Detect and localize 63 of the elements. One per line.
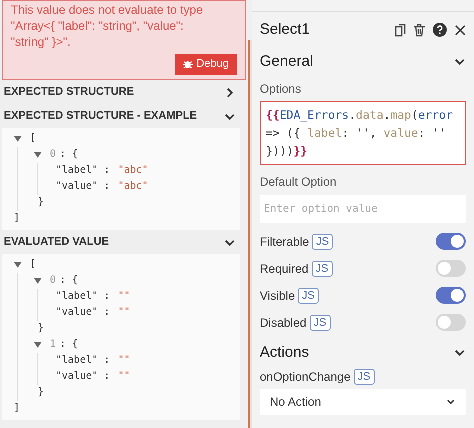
json-bracket: }	[38, 386, 44, 398]
json-bracket: ]	[14, 212, 20, 224]
toggle-switch[interactable]	[436, 233, 466, 250]
toggle-switch[interactable]	[436, 287, 466, 304]
copy-icon[interactable]	[395, 24, 406, 36]
json-value: ""	[118, 290, 130, 304]
toggle-switch[interactable]	[436, 260, 466, 277]
section-header[interactable]: EXPECTED STRUCTURE - EXAMPLE	[4, 108, 198, 125]
json-value: ""	[118, 370, 130, 384]
json-key: "label" :	[56, 288, 110, 304]
close-icon[interactable]	[455, 24, 466, 36]
json-bracket: : {	[60, 148, 78, 162]
field-label: Options	[260, 81, 302, 98]
expand-triangle-icon[interactable]	[34, 150, 42, 158]
toggle-label: Filterable	[260, 234, 310, 250]
js-badge[interactable]: JS	[312, 234, 334, 250]
json-bracket: }	[38, 196, 44, 208]
json-bracket: [	[30, 258, 36, 272]
panel-title: Select1	[260, 20, 310, 40]
section-title[interactable]: Actions	[260, 342, 310, 364]
help-icon[interactable]	[433, 23, 447, 37]
toggle-label: Required	[260, 260, 309, 278]
json-value: ""	[118, 354, 130, 368]
js-badge[interactable]: JS	[354, 369, 375, 385]
json-key: "label" :	[56, 162, 110, 178]
trash-icon[interactable]	[414, 24, 425, 36]
action-dropdown[interactable]: No Action	[260, 389, 466, 415]
toggle-switch[interactable]	[436, 314, 466, 331]
json-key: "label" :	[56, 352, 110, 368]
field-label: onOptionChange	[260, 369, 351, 386]
json-key: "value" :	[56, 178, 110, 194]
json-index: 1	[50, 338, 56, 352]
expand-triangle-icon[interactable]	[14, 134, 22, 142]
json-index: 0	[50, 274, 56, 288]
error-message: This value does not evaluate to type "Array<{ "label": "string", "value": "string" }>".	[11, 2, 204, 50]
expand-triangle-icon[interactable]	[34, 340, 42, 348]
bug-icon	[182, 59, 193, 70]
js-badge[interactable]: JS	[310, 314, 331, 330]
input-field[interactable]: Enter option value	[260, 195, 466, 223]
json-key: "value" :	[56, 368, 110, 384]
json-key: "value" :	[56, 304, 110, 320]
code-editor[interactable]: {{EDA_Errors.data.map(error => ({ label: '', value: '' })))}}	[260, 101, 466, 165]
js-badge[interactable]: JS	[298, 288, 319, 304]
json-value: "abc"	[118, 164, 148, 178]
json-value: "abc"	[118, 180, 148, 194]
section-header[interactable]: EXPECTED STRUCTURE	[4, 84, 134, 101]
expand-triangle-icon[interactable]	[34, 276, 42, 284]
debug-button[interactable]: Debug	[174, 54, 237, 74]
expand-triangle-icon[interactable]	[14, 260, 22, 268]
toggle-label: Disabled	[260, 314, 307, 332]
json-bracket: ]	[14, 402, 20, 414]
json-value: ""	[118, 306, 130, 320]
field-label: Default Option	[260, 174, 338, 191]
json-bracket: }	[38, 322, 44, 334]
json-bracket: [	[30, 132, 36, 146]
section-title[interactable]: General	[260, 50, 314, 74]
json-index: 0	[50, 148, 56, 162]
json-bracket: : {	[60, 338, 78, 352]
toggle-label: Visible	[260, 288, 296, 304]
chevron-down-icon	[446, 397, 456, 407]
section-header[interactable]: EVALUATED VALUE	[4, 234, 110, 251]
json-bracket: : {	[60, 274, 78, 288]
js-badge[interactable]: JS	[312, 260, 333, 276]
